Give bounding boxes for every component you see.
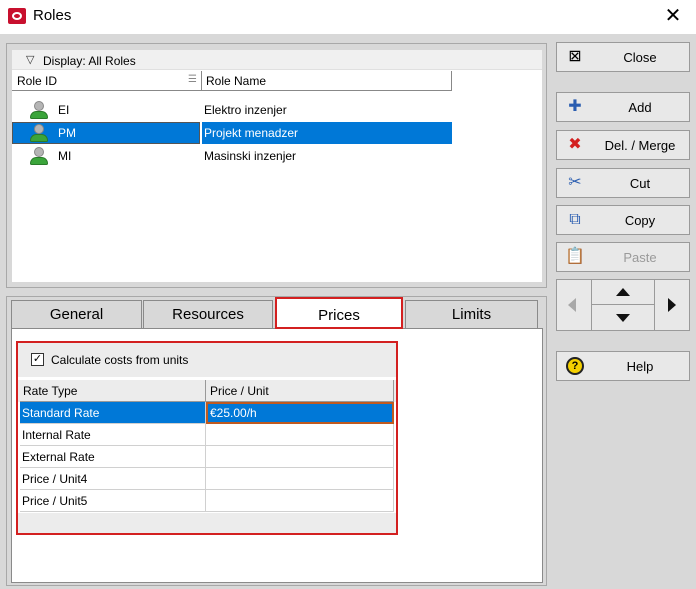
help-icon: ? (566, 357, 584, 375)
role-row-ei[interactable]: EI Elektro inzenjer (12, 99, 452, 121)
column-header-role-name-label: Role Name (206, 74, 267, 88)
tab-resources[interactable]: Resources (143, 300, 273, 328)
copy-button-label: Copy (624, 213, 656, 228)
prices-tab-content: ✓ Calculate costs from units Rate Type P… (11, 328, 543, 583)
list-column-headers: Role ID ☰ Role Name (12, 71, 542, 91)
rates-table-header: Rate Type Price / Unit (18, 380, 396, 402)
tab-general[interactable]: General (11, 300, 142, 328)
window-title: Roles (33, 7, 72, 24)
move-down-button[interactable] (592, 305, 654, 330)
cut-button[interactable]: ✂ Cut (556, 168, 690, 198)
arrow-up-icon (616, 288, 630, 296)
arrow-down-icon (616, 314, 630, 322)
title-bar: Roles ✕ (0, 0, 696, 34)
delete-merge-button[interactable]: ✖ Del. / Merge (556, 130, 690, 160)
display-filter-label[interactable]: Display: All Roles (43, 54, 136, 68)
rate-row-standard[interactable]: Standard Rate €25.00/h (20, 402, 394, 424)
role-row-pm[interactable]: PM Projekt menadzer (12, 122, 452, 144)
sort-icon: ☰ (188, 74, 197, 85)
tab-limits[interactable]: Limits (405, 300, 538, 328)
roles-dialog: ▽ Display: All Roles Role ID ☰ Role Name… (0, 34, 696, 589)
help-button-label: Help (626, 359, 654, 374)
rates-table-empty-area (18, 513, 396, 533)
role-id-cell[interactable]: MI (12, 145, 200, 167)
rate-name-cell[interactable]: Price / Unit4 (20, 468, 206, 490)
role-id: MI (58, 149, 72, 163)
arrow-right-icon (668, 298, 676, 312)
role-id-cell[interactable]: EI (12, 99, 200, 121)
calc-costs-row: ✓ Calculate costs from units (18, 343, 396, 377)
move-left-button[interactable] (557, 280, 592, 330)
calc-costs-label[interactable]: Calculate costs from units (51, 353, 188, 367)
cut-button-label: Cut (629, 176, 651, 191)
help-button[interactable]: ? Help (556, 351, 690, 381)
rate-value-cell[interactable] (206, 468, 394, 490)
details-tabs-panel: General Resources Limits ✓ Calculate cos… (6, 296, 547, 586)
column-header-rate-type[interactable]: Rate Type (20, 380, 206, 402)
chevron-down-icon[interactable]: ▽ (26, 53, 34, 66)
arrow-left-icon (568, 298, 576, 312)
calc-costs-checkbox[interactable]: ✓ (31, 353, 44, 366)
role-id: PM (58, 126, 76, 140)
rate-value-cell[interactable] (206, 446, 394, 468)
role-id: EI (58, 103, 70, 117)
column-header-price-unit[interactable]: Price / Unit (206, 380, 394, 402)
rate-row-internal[interactable]: Internal Rate (20, 424, 394, 446)
roles-list: ▽ Display: All Roles Role ID ☰ Role Name… (12, 50, 542, 282)
move-up-button[interactable] (592, 280, 654, 305)
role-name-cell[interactable]: Projekt menadzer (202, 122, 452, 144)
add-button-label: Add (628, 100, 652, 115)
column-header-role-name[interactable]: Role Name (202, 71, 452, 91)
display-filter-bar[interactable]: ▽ Display: All Roles (12, 50, 542, 70)
delete-x-icon: ✖ (568, 136, 582, 153)
tab-prices[interactable]: Prices (275, 297, 403, 329)
copy-button[interactable]: ⧉ Copy (556, 205, 690, 235)
role-person-icon (29, 147, 49, 165)
close-button-label: Close (623, 50, 657, 65)
role-row-mi[interactable]: MI Masinski inzenjer (12, 145, 452, 167)
delete-merge-button-label: Del. / Merge (604, 138, 676, 153)
prices-highlight-box: ✓ Calculate costs from units Rate Type P… (16, 341, 398, 535)
role-name-cell[interactable]: Elektro inzenjer (202, 99, 452, 121)
close-button[interactable]: ⊠ Close (556, 42, 690, 72)
scissors-icon: ✂ (568, 174, 582, 191)
add-button[interactable]: ✚ Add (556, 92, 690, 122)
move-right-button[interactable] (654, 280, 689, 330)
plus-icon: ✚ (568, 98, 582, 115)
rate-row-external[interactable]: External Rate (20, 446, 394, 468)
column-header-role-id-label: Role ID (17, 74, 58, 88)
rate-name-cell[interactable]: External Rate (20, 446, 206, 468)
column-header-role-id[interactable]: Role ID ☰ (12, 71, 202, 91)
app-logo-icon (8, 8, 26, 24)
paste-button[interactable]: 📋 Paste (556, 242, 690, 272)
role-person-icon (29, 101, 49, 119)
close-window-icon: ⊠ (568, 48, 582, 65)
rate-value-cell[interactable] (206, 424, 394, 446)
role-name-cell[interactable]: Masinski inzenjer (202, 145, 452, 167)
rate-name-cell[interactable]: Price / Unit5 (20, 490, 206, 512)
roles-list-panel: ▽ Display: All Roles Role ID ☰ Role Name… (6, 43, 547, 288)
role-person-icon (29, 124, 49, 142)
reorder-navigation (556, 279, 690, 331)
paste-button-label: Paste (623, 250, 657, 265)
rate-value-cell[interactable] (206, 490, 394, 512)
rate-name-cell[interactable]: Standard Rate (20, 402, 206, 424)
rate-value-cell[interactable]: €25.00/h (206, 402, 394, 424)
window-close-icon[interactable]: ✕ (662, 4, 684, 28)
rate-row-unit5[interactable]: Price / Unit5 (20, 490, 394, 512)
rate-name-cell[interactable]: Internal Rate (20, 424, 206, 446)
role-id-cell[interactable]: PM (12, 122, 200, 144)
copy-icon: ⧉ (569, 211, 581, 228)
clipboard-icon: 📋 (565, 248, 585, 265)
rate-row-unit4[interactable]: Price / Unit4 (20, 468, 394, 490)
